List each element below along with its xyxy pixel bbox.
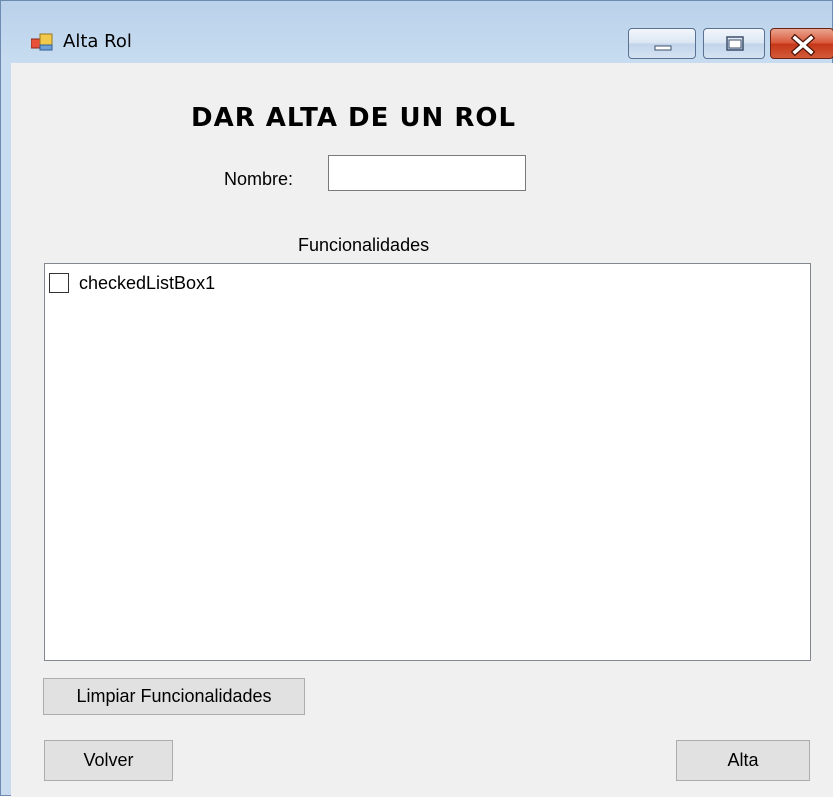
funcionalidades-checked-list[interactable]: checkedListBox1 <box>44 263 811 661</box>
nombre-label: Nombre: <box>224 169 294 189</box>
window-title: Alta Rol <box>63 31 132 52</box>
nombre-input[interactable] <box>328 155 526 191</box>
page-title: DAR ALTA DE UN ROL <box>191 103 517 133</box>
maximize-icon <box>726 36 744 51</box>
close-icon <box>790 33 816 57</box>
close-button[interactable] <box>770 28 833 59</box>
list-item-checkbox[interactable] <box>49 273 69 293</box>
maximize-button[interactable] <box>703 28 765 59</box>
list-item-label: checkedListBox1 <box>79 272 216 293</box>
alta-button[interactable]: Alta <box>676 740 810 781</box>
title-bar[interactable]: Alta Rol <box>1 1 833 63</box>
funcionalidades-label: Funcionalidades <box>298 235 430 255</box>
form-client-area: DAR ALTA DE UN ROL Nombre: Funcionalidad… <box>11 63 833 797</box>
app-icon <box>30 32 53 52</box>
app-window: Alta Rol DAR ALTA DE UN ROL Nombre: Func… <box>0 0 833 797</box>
limpiar-funcionalidades-button[interactable]: Limpiar Funcionalidades <box>43 678 305 715</box>
list-item[interactable]: checkedListBox1 <box>49 270 215 296</box>
minimize-button[interactable] <box>628 28 696 59</box>
volver-button[interactable]: Volver <box>44 740 173 781</box>
minimize-icon <box>654 45 672 51</box>
